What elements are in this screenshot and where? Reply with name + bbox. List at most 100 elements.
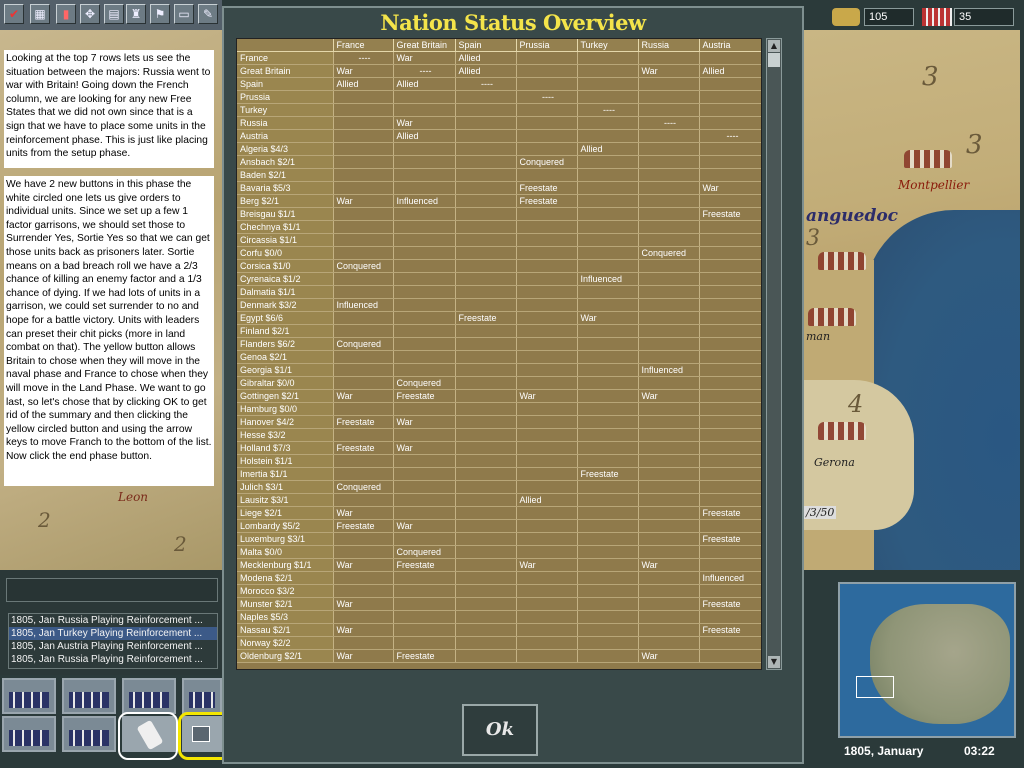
status-cell — [333, 636, 394, 650]
table-row[interactable]: Gottingen $2/1 War Freestate War War — [237, 389, 761, 403]
table-row[interactable]: Holstein $1/1 — [237, 454, 761, 468]
table-row[interactable]: Munster $2/1 War Freestate — [237, 597, 761, 611]
economy-icon[interactable]: ▤ — [104, 4, 124, 24]
status-cell — [455, 168, 517, 182]
table-row[interactable]: Corfu $0/0 Conquered — [237, 246, 761, 260]
status-cell — [455, 571, 517, 585]
table-row[interactable]: Luxemburg $3/1 Freestate — [237, 532, 761, 546]
table-row[interactable]: Julich $3/1 Conquered — [237, 480, 761, 494]
column-header: Russia — [638, 39, 700, 52]
table-row[interactable]: Nassau $2/1 War Freestate — [237, 623, 761, 637]
table-row[interactable]: Chechnya $1/1 — [237, 220, 761, 234]
napoleon-leader-button[interactable] — [62, 716, 116, 752]
table-row[interactable]: Algeria $4/3 Allied — [237, 142, 761, 156]
minimap-viewport[interactable] — [856, 676, 894, 698]
table-row[interactable]: Gibraltar $0/0 Conquered — [237, 376, 761, 390]
document-icon[interactable]: ▭ — [174, 4, 194, 24]
table-row[interactable]: Ansbach $2/1 Conquered — [237, 155, 761, 169]
table-row[interactable]: Lausitz $3/1 Allied — [237, 493, 761, 507]
log-entry[interactable]: 1805, Jan Russia Playing Reinforcement .… — [9, 614, 217, 627]
status-cell: War — [333, 649, 394, 663]
status-cell — [699, 246, 761, 260]
scroll-up-icon[interactable]: ▲ — [768, 40, 780, 52]
table-row[interactable]: Malta $0/0 Conquered — [237, 545, 761, 559]
table-row[interactable]: Breisgau $1/1 Freestate — [237, 207, 761, 221]
table-row[interactable]: Hesse $3/2 — [237, 428, 761, 442]
status-cell — [577, 623, 639, 637]
status-cell: War — [333, 623, 394, 637]
table-row[interactable]: Mecklenburg $1/1 War Freestate War War — [237, 558, 761, 572]
log-entry[interactable]: 1805, Jan Austria Playing Reinforcement … — [9, 640, 217, 653]
table-row[interactable]: Denmark $3/2 Influenced — [237, 298, 761, 312]
city-icon — [904, 150, 952, 168]
status-cell: War — [516, 389, 578, 403]
log-entry[interactable]: 1805, Jan Russia Playing Reinforcement .… — [9, 653, 217, 666]
status-table-container[interactable]: France Great Britain Spain Prussia Turkey Rus… — [236, 38, 762, 670]
status-cell: ---- — [455, 77, 517, 91]
table-row[interactable]: Finland $2/1 — [237, 324, 761, 338]
status-cell: War — [699, 181, 761, 195]
status-cell — [577, 597, 639, 611]
status-cell — [577, 363, 639, 377]
right-map-view[interactable]: 3 3 3 4 Montpellier anguedoc man Gerona … — [804, 30, 1020, 570]
scroll-down-icon[interactable]: ▼ — [768, 656, 780, 668]
table-row[interactable]: France ---- War Allied — [237, 51, 761, 65]
table-row[interactable]: Cyrenaica $1/2 Influenced — [237, 272, 761, 286]
fortress-icon[interactable]: ♜ — [126, 4, 146, 24]
checkmark-icon[interactable]: ✔ — [4, 4, 24, 24]
tools-icon[interactable]: ✎ — [198, 4, 218, 24]
table-row[interactable]: Genoa $2/1 — [237, 350, 761, 364]
table-row[interactable]: Corsica $1/0 Conquered — [237, 259, 761, 273]
table-row[interactable]: Naples $5/3 — [237, 610, 761, 624]
table-row[interactable]: Spain Allied Allied ---- — [237, 77, 761, 91]
scroll-thumb[interactable] — [768, 53, 780, 67]
table-row[interactable]: Prussia ---- — [237, 90, 761, 104]
artillery-unit-button[interactable] — [182, 678, 222, 714]
status-cell — [455, 129, 517, 143]
table-row[interactable]: Dalmatia $1/1 — [237, 285, 761, 299]
status-cell — [699, 116, 761, 130]
ok-button[interactable]: Ok — [462, 704, 538, 756]
status-cell — [577, 298, 639, 312]
status-cell — [699, 545, 761, 559]
table-row[interactable]: Baden $2/1 — [237, 168, 761, 182]
table-row[interactable]: Oldenburg $2/1 War Freestate War — [237, 649, 761, 663]
event-log[interactable]: 1805, Jan Russia Playing Reinforcement .… — [8, 613, 218, 669]
status-cell — [638, 181, 700, 195]
table-row[interactable]: Egypt $6/6 Freestate War — [237, 311, 761, 325]
chart-icon[interactable]: ▮ — [56, 4, 76, 24]
table-row[interactable]: Austria Allied ---- — [237, 129, 761, 143]
diplomacy-icon[interactable]: ✥ — [80, 4, 100, 24]
table-row[interactable]: Berg $2/1 War Influenced Freestate — [237, 194, 761, 208]
table-row[interactable]: Liege $2/1 War Freestate — [237, 506, 761, 520]
status-cell — [516, 610, 578, 624]
status-cell — [699, 51, 761, 65]
table-row[interactable]: Great Britain War ---- Allied War Allied — [237, 64, 761, 78]
table-row[interactable]: Norway $2/2 — [237, 636, 761, 650]
infantry-unit-button[interactable] — [2, 678, 56, 714]
table-row[interactable]: Lombardy $5/2 Freestate War — [237, 519, 761, 533]
table-row[interactable]: Bavaria $5/3 Freestate War — [237, 181, 761, 195]
table-row[interactable]: Holland $7/3 Freestate War — [237, 441, 761, 455]
table-row[interactable]: Turkey ---- — [237, 103, 761, 117]
leader-unit-button[interactable] — [122, 678, 176, 714]
table-row[interactable]: Flanders $6/2 Conquered — [237, 337, 761, 351]
table-row[interactable]: Georgia $1/1 Influenced — [237, 363, 761, 377]
status-cell: War — [393, 51, 456, 65]
status-cell — [516, 207, 578, 221]
table-row[interactable]: Imertia $1/1 Freestate — [237, 467, 761, 481]
table-row[interactable]: Modena $2/1 Influenced — [237, 571, 761, 585]
status-cell — [516, 142, 578, 156]
table-row[interactable]: Russia War ---- — [237, 116, 761, 130]
minimap[interactable] — [838, 582, 1016, 738]
flag-icon[interactable]: ⚑ — [150, 4, 170, 24]
table-row[interactable]: Morocco $3/2 — [237, 584, 761, 598]
garrison-unit-button[interactable] — [62, 678, 116, 714]
table-scrollbar[interactable]: ▲ ▼ — [766, 38, 782, 670]
table-row[interactable]: Hanover $4/2 Freestate War — [237, 415, 761, 429]
table-row[interactable]: Circassia $1/1 — [237, 233, 761, 247]
table-row[interactable]: Hamburg $0/0 — [237, 402, 761, 416]
depot-unit-button[interactable] — [2, 716, 56, 752]
map-icon[interactable]: ▦ — [30, 4, 50, 24]
log-entry[interactable]: 1805, Jan Turkey Playing Reinforcement .… — [9, 627, 217, 640]
